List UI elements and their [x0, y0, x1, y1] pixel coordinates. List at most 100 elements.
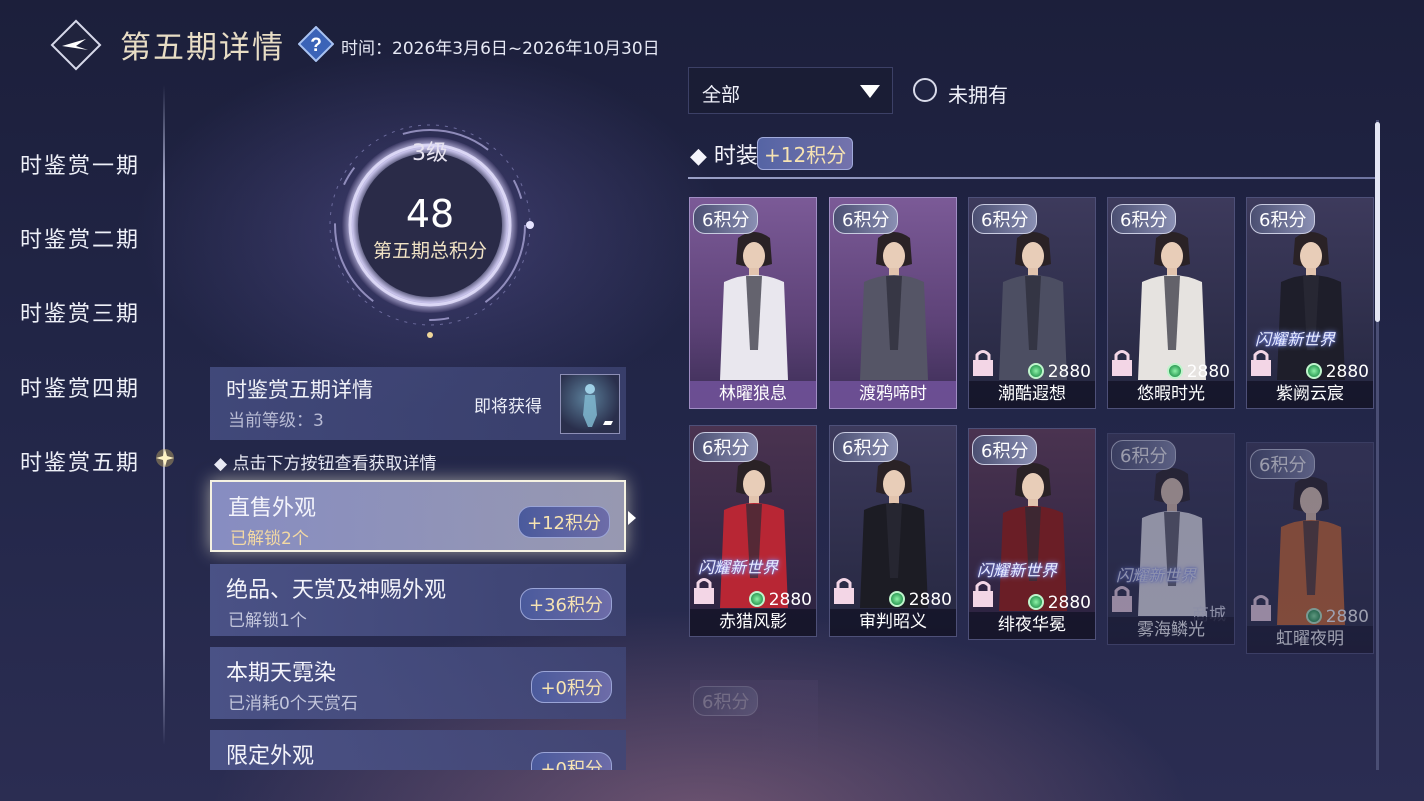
- card-points-badge: 6积分: [833, 432, 899, 462]
- outfit-card[interactable]: 6积分 2880 审判昭义: [829, 425, 957, 637]
- level-label: 3级: [412, 141, 448, 166]
- filter-selected-value: 全部: [702, 84, 741, 106]
- scrollbar-thumb[interactable]: [1375, 122, 1380, 322]
- outfit-card[interactable]: 6积分渡鸦啼时: [829, 197, 957, 409]
- card-price: 2880: [888, 590, 952, 610]
- card-price: 2880: [1027, 593, 1091, 613]
- card-series-tag: 闪耀新世界: [977, 561, 1058, 580]
- reward-figure-icon: [583, 384, 613, 427]
- outfit-figure-icon: [720, 460, 788, 608]
- unowned-radio[interactable]: [913, 78, 937, 102]
- jade-coin-icon: [1166, 363, 1183, 379]
- outfit-card[interactable]: 6积分 闪耀新世界 商城 雾海鳞光: [1107, 433, 1235, 645]
- jade-coin-icon: [1027, 363, 1044, 379]
- card-name: 赤猎风影: [690, 609, 816, 636]
- category-title: 直售外观: [228, 496, 317, 521]
- outfit-figure-icon: [999, 232, 1067, 380]
- jade-coin-icon: [1305, 363, 1322, 379]
- category-points-badge: +0积分: [531, 752, 612, 770]
- nav-item-period-5[interactable]: 时鉴赏五期: [20, 445, 140, 477]
- nav-divider: [163, 85, 165, 745]
- nav-item-period-2[interactable]: 时鉴赏二期: [20, 222, 140, 254]
- category-points-badge: +12积分: [518, 506, 610, 538]
- outfit-figure-icon: [860, 460, 928, 608]
- category-premium[interactable]: 绝品、天赏及神赐外观 已解锁1个 +36积分: [210, 564, 626, 636]
- lock-icon: [973, 581, 993, 607]
- outfit-card[interactable]: 6积分闪耀新世界 2880 绯夜华冕: [968, 428, 1096, 640]
- category-dye[interactable]: 本期天霓染 已消耗0个天赏石 +0积分: [210, 647, 626, 719]
- score-caption: 第五期总积分: [372, 240, 487, 262]
- card-points-badge: 6积分: [833, 204, 899, 234]
- card-name: 渡鸦啼时: [830, 381, 956, 408]
- card-points-badge: 6积分: [972, 204, 1038, 234]
- nav-item-period-1[interactable]: 时鉴赏一期: [20, 148, 140, 180]
- outfit-card[interactable]: 6积分 2880 潮酷遐想: [968, 197, 1096, 409]
- chevron-down-icon: [860, 85, 880, 98]
- card-name: 悠暇时光: [1108, 381, 1234, 408]
- card-name: 雾海鳞光: [1108, 617, 1234, 644]
- outfit-card[interactable]: 6积分 林曜狼息: [689, 197, 817, 409]
- card-series-tag: 闪耀新世界: [1255, 330, 1336, 349]
- outfit-figure-icon: [999, 463, 1067, 611]
- outfit-figure-icon: [1277, 232, 1345, 380]
- help-button[interactable]: ?: [297, 25, 335, 63]
- nav-item-period-4[interactable]: 时鉴赏四期: [20, 371, 140, 403]
- outfit-figure-icon: [1277, 477, 1345, 625]
- upcoming-reward-thumbnail[interactable]: [560, 374, 620, 434]
- total-score: 48: [405, 192, 455, 236]
- outfit-figure-icon: [720, 232, 788, 380]
- filter-dropdown[interactable]: 全部: [688, 67, 893, 114]
- category-title: 本期天霓染: [226, 661, 337, 686]
- card-price: 2880: [1305, 607, 1369, 627]
- card-points-badge: 6积分: [693, 432, 759, 462]
- category-subtitle: 已解锁1个: [228, 611, 307, 631]
- question-icon: ?: [297, 25, 335, 63]
- outfit-card-partial[interactable]: 6积分: [690, 680, 818, 770]
- svg-text:?: ?: [310, 35, 322, 56]
- lock-icon: [1251, 595, 1271, 621]
- category-title: 绝品、天赏及神赐外观: [226, 578, 447, 603]
- back-button[interactable]: [50, 19, 102, 71]
- jade-coin-icon: [1305, 608, 1322, 624]
- outfit-card[interactable]: 6积分 2880 悠暇时光: [1107, 197, 1235, 409]
- card-points-badge: 6积分: [1111, 440, 1177, 470]
- category-points-badge: +0积分: [531, 671, 612, 703]
- card-price: 2880: [1027, 362, 1091, 382]
- section-title: ◆ 时装: [690, 144, 758, 169]
- period-detail-title: 时鉴赏五期详情: [226, 378, 373, 402]
- card-name: 绯夜华冕: [969, 612, 1095, 639]
- current-level-text: 当前等级：3: [228, 411, 324, 431]
- outfit-card[interactable]: 6积分 2880 虹曜夜明: [1246, 442, 1374, 654]
- outfit-card[interactable]: 6积分 闪耀新世界 2880 赤猎风影: [689, 425, 817, 637]
- outfit-card[interactable]: 6积分 闪耀新世界 2880 紫阙云宸: [1246, 197, 1374, 409]
- unowned-label[interactable]: 未拥有: [948, 79, 1008, 108]
- page-title: 第五期详情: [120, 30, 285, 66]
- category-limited[interactable]: 限定外观 +0积分: [210, 730, 626, 770]
- lock-icon: [973, 350, 993, 376]
- card-name: 紫阙云宸: [1247, 381, 1373, 408]
- outfit-figure-icon: [1138, 232, 1206, 380]
- card-series-tag: 闪耀新世界: [1116, 566, 1197, 585]
- selected-arrow-icon: [628, 511, 636, 525]
- lock-icon: [694, 578, 714, 604]
- section-divider: [688, 177, 1376, 179]
- jade-coin-icon: [1027, 594, 1044, 610]
- coming-reward-label: 即将获得: [474, 397, 542, 417]
- category-subtitle: 已消耗0个天赏石: [228, 694, 358, 714]
- category-subtitle: 已解锁2个: [230, 529, 309, 549]
- lock-icon: [834, 578, 854, 604]
- event-time: 时间：2026年3月6日~2026年10月30日: [341, 39, 660, 59]
- card-series-tag: 闪耀新世界: [698, 558, 779, 577]
- active-indicator-icon: [154, 447, 176, 469]
- card-price: 2880: [1166, 362, 1230, 382]
- card-points-badge: 6积分: [693, 686, 759, 716]
- card-name: 审判昭义: [830, 609, 956, 636]
- nav-item-period-3[interactable]: 时鉴赏三期: [20, 296, 140, 328]
- hint-text: ◆ 点击下方按钮查看获取详情: [214, 454, 437, 474]
- lock-icon: [1112, 350, 1132, 376]
- card-points-badge: 6积分: [1250, 449, 1316, 479]
- category-title: 限定外观: [226, 744, 315, 769]
- card-points-badge: 6积分: [972, 435, 1038, 465]
- card-name: 林曜狼息: [690, 381, 816, 408]
- category-direct-sale[interactable]: 直售外观 已解锁2个 +12积分: [210, 480, 626, 552]
